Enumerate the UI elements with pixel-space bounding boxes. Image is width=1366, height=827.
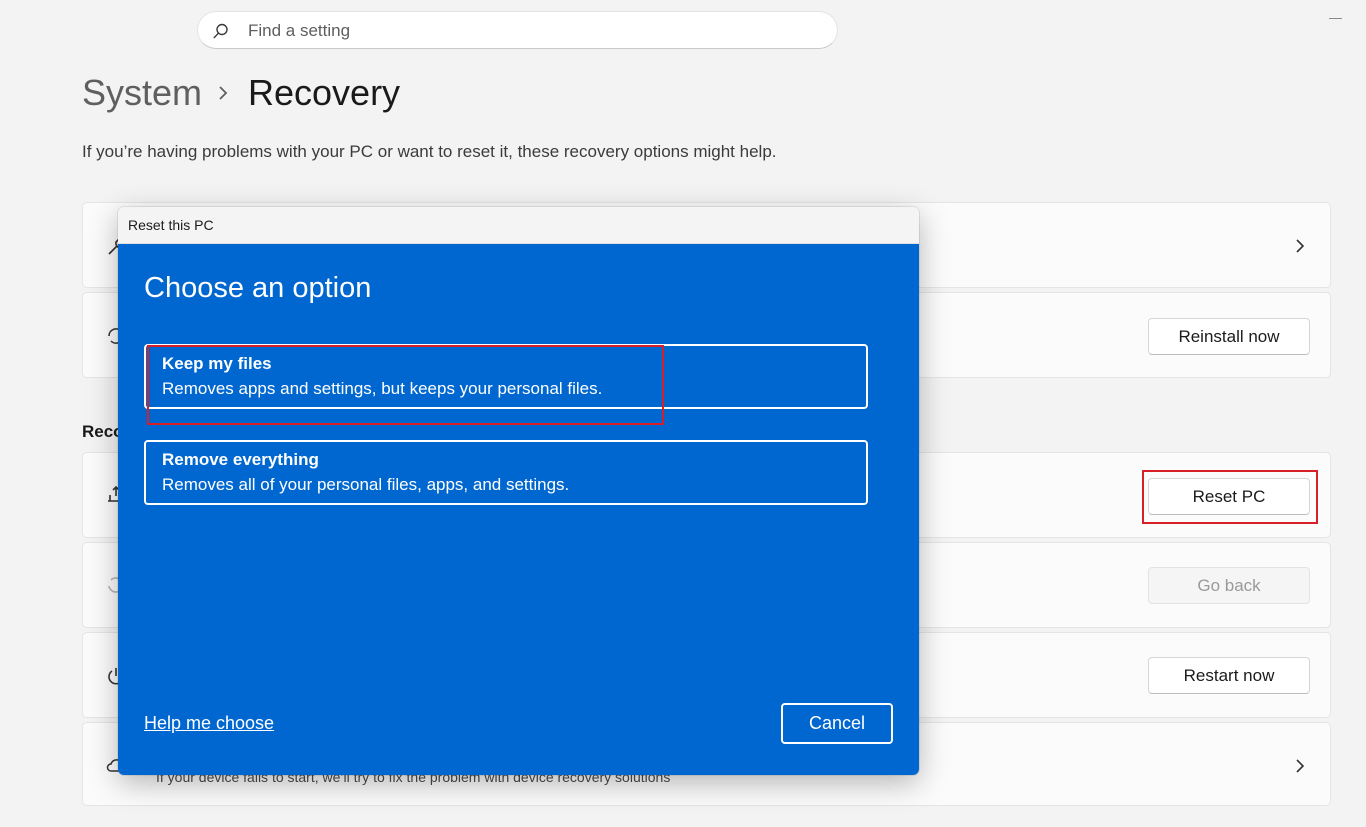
- page-title: Recovery: [248, 72, 401, 113]
- dialog-titlebar[interactable]: Reset this PC: [118, 207, 919, 244]
- page-description: If you’re having problems with your PC o…: [82, 142, 777, 161]
- breadcrumb-system[interactable]: System: [82, 72, 202, 114]
- remove-everything-option[interactable]: Remove everything Removes all of your pe…: [144, 440, 868, 505]
- settings-window: Find a setting System Recovery If you’re…: [0, 0, 1366, 827]
- dialog-body: Choose an option Keep my files Removes a…: [118, 244, 919, 775]
- help-me-choose-link[interactable]: Help me choose: [144, 713, 274, 734]
- minimize-icon[interactable]: [1329, 18, 1342, 19]
- search-icon: [213, 23, 228, 39]
- chevron-right-icon: [219, 86, 228, 100]
- search-box[interactable]: Find a setting: [197, 11, 838, 49]
- restart-now-button[interactable]: Restart now: [1148, 657, 1310, 694]
- highlight-box-reset-pc: [1142, 470, 1318, 524]
- cancel-button[interactable]: Cancel: [781, 703, 893, 744]
- highlight-box-keep-files: [147, 345, 664, 425]
- dialog-title: Reset this PC: [128, 217, 214, 233]
- chevron-right-icon: [1296, 759, 1305, 773]
- option-description: Removes all of your personal files, apps…: [162, 475, 570, 494]
- option-title: Remove everything: [162, 450, 319, 469]
- search-input[interactable]: Find a setting: [248, 21, 350, 41]
- chevron-right-icon: [1296, 239, 1305, 253]
- dialog-heading: Choose an option: [144, 272, 372, 304]
- reinstall-now-button[interactable]: Reinstall now: [1148, 318, 1310, 355]
- go-back-button[interactable]: Go back: [1148, 567, 1310, 604]
- reset-this-pc-dialog: Reset this PC Choose an option Keep my f…: [118, 207, 919, 775]
